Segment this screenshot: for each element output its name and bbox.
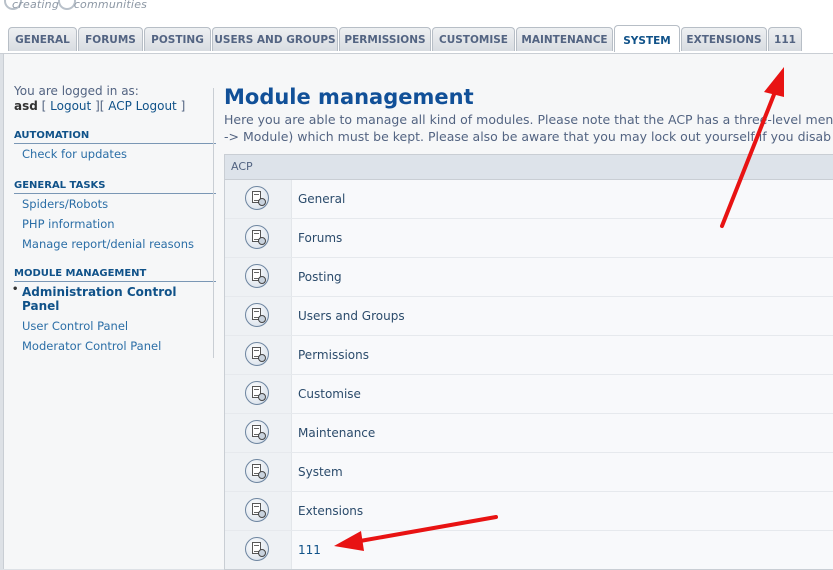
tab-users-and-groups[interactable]: USERS AND GROUPS — [212, 27, 338, 51]
module-icon — [245, 342, 269, 366]
acp-logout-link[interactable]: ACP Logout — [108, 99, 177, 113]
tagline-right: communities — [73, 0, 148, 11]
module-row[interactable]: Posting — [225, 257, 833, 296]
table-header: ACP — [225, 155, 833, 180]
modules-list: General Forums Posting Users and Groups Perm… — [225, 180, 833, 569]
module-label[interactable]: System — [298, 453, 343, 491]
tab-bar: GENERAL FORUMS POSTING USERS AND GROUPS … — [0, 22, 833, 54]
module-row[interactable]: Users and Groups — [225, 296, 833, 335]
sidebar-heading-module-management: MODULE MANAGEMENT — [14, 268, 216, 282]
module-row[interactable]: System — [225, 452, 833, 491]
module-icon-cell — [225, 336, 292, 374]
tab-permissions[interactable]: PERMISSIONS — [339, 27, 431, 51]
tab-maintenance[interactable]: MAINTENANCE — [516, 27, 613, 51]
login-prefix: You are logged in as: — [14, 84, 139, 98]
main-panel: Module management Here you are able to m… — [224, 84, 833, 570]
module-label[interactable]: 111 — [298, 531, 321, 569]
module-row[interactable]: General — [225, 180, 833, 218]
module-icon — [245, 186, 269, 210]
module-icon — [245, 303, 269, 327]
module-icon — [245, 420, 269, 444]
module-icon-cell — [225, 531, 292, 569]
module-label[interactable]: Forums — [298, 219, 342, 257]
logout-link[interactable]: Logout — [50, 99, 91, 113]
sidebar-item-php-information[interactable]: PHP information — [14, 214, 216, 234]
sidebar-heading-general-tasks: GENERAL TASKS — [14, 180, 216, 194]
module-icon-cell — [225, 258, 292, 296]
module-row[interactable]: 111 — [225, 530, 833, 569]
page-title: Module management — [224, 85, 474, 109]
module-row[interactable]: Extensions — [225, 491, 833, 530]
tab-extensions[interactable]: EXTENSIONS — [681, 27, 767, 51]
module-icon — [245, 225, 269, 249]
module-label[interactable]: Maintenance — [298, 414, 375, 452]
page-content: You are logged in as: asd [ Logout ][ AC… — [3, 54, 833, 570]
modules-table: ACP General Forums Posting Users and Groups… — [224, 154, 833, 570]
module-label[interactable]: General — [298, 180, 345, 218]
module-row[interactable]: Forums — [225, 218, 833, 257]
module-icon — [245, 264, 269, 288]
tab-system[interactable]: SYSTEM — [614, 25, 680, 52]
tab-general[interactable]: GENERAL — [8, 27, 77, 51]
tab-posting[interactable]: POSTING — [144, 27, 211, 51]
module-icon-cell — [225, 414, 292, 452]
sidebar-item-ucp[interactable]: User Control Panel — [14, 316, 216, 336]
sidebar-item-manage-reasons[interactable]: Manage report/denial reasons — [14, 234, 216, 254]
module-icon-cell — [225, 180, 292, 218]
logo-tagline: creating communities — [12, 0, 147, 11]
module-icon — [245, 459, 269, 483]
logo-area: creating communities — [0, 0, 833, 22]
module-label[interactable]: Customise — [298, 375, 361, 413]
module-label[interactable]: Posting — [298, 258, 342, 296]
sidebar-item-spiders-robots[interactable]: Spiders/Robots — [14, 194, 216, 214]
sidebar-item-mcp[interactable]: Moderator Control Panel — [14, 336, 216, 356]
page-description-line-2: -> Module) which must be kept. Please al… — [224, 129, 832, 144]
module-icon — [245, 498, 269, 522]
module-icon — [245, 381, 269, 405]
page-description-line-1: Here you are able to manage all kind of … — [224, 112, 833, 127]
tab-forums[interactable]: FORUMS — [78, 27, 143, 51]
tagline-left: creating — [12, 0, 60, 11]
module-icon-cell — [225, 219, 292, 257]
module-row[interactable]: Permissions — [225, 335, 833, 374]
module-icon-cell — [225, 492, 292, 530]
module-row[interactable]: Maintenance — [225, 413, 833, 452]
tab-111[interactable]: 111 — [768, 27, 802, 51]
login-username: asd — [14, 99, 38, 113]
sidebar-heading-automation: AUTOMATION — [14, 130, 216, 144]
module-icon — [245, 537, 269, 561]
sidebar-item-check-for-updates[interactable]: Check for updates — [14, 144, 216, 164]
sidebar: You are logged in as: asd [ Logout ][ AC… — [12, 84, 216, 356]
module-label[interactable]: Extensions — [298, 492, 363, 530]
sidebar-divider — [213, 88, 214, 358]
login-info: asd [ Logout ][ ACP Logout ] — [14, 99, 186, 113]
module-icon-cell — [225, 297, 292, 335]
module-label[interactable]: Users and Groups — [298, 297, 405, 335]
tab-customise[interactable]: CUSTOMISE — [432, 27, 515, 51]
sidebar-item-acp[interactable]: Administration Control Panel — [12, 282, 216, 316]
module-icon-cell — [225, 375, 292, 413]
module-label[interactable]: Permissions — [298, 336, 369, 374]
module-row[interactable]: Customise — [225, 374, 833, 413]
module-icon-cell — [225, 453, 292, 491]
